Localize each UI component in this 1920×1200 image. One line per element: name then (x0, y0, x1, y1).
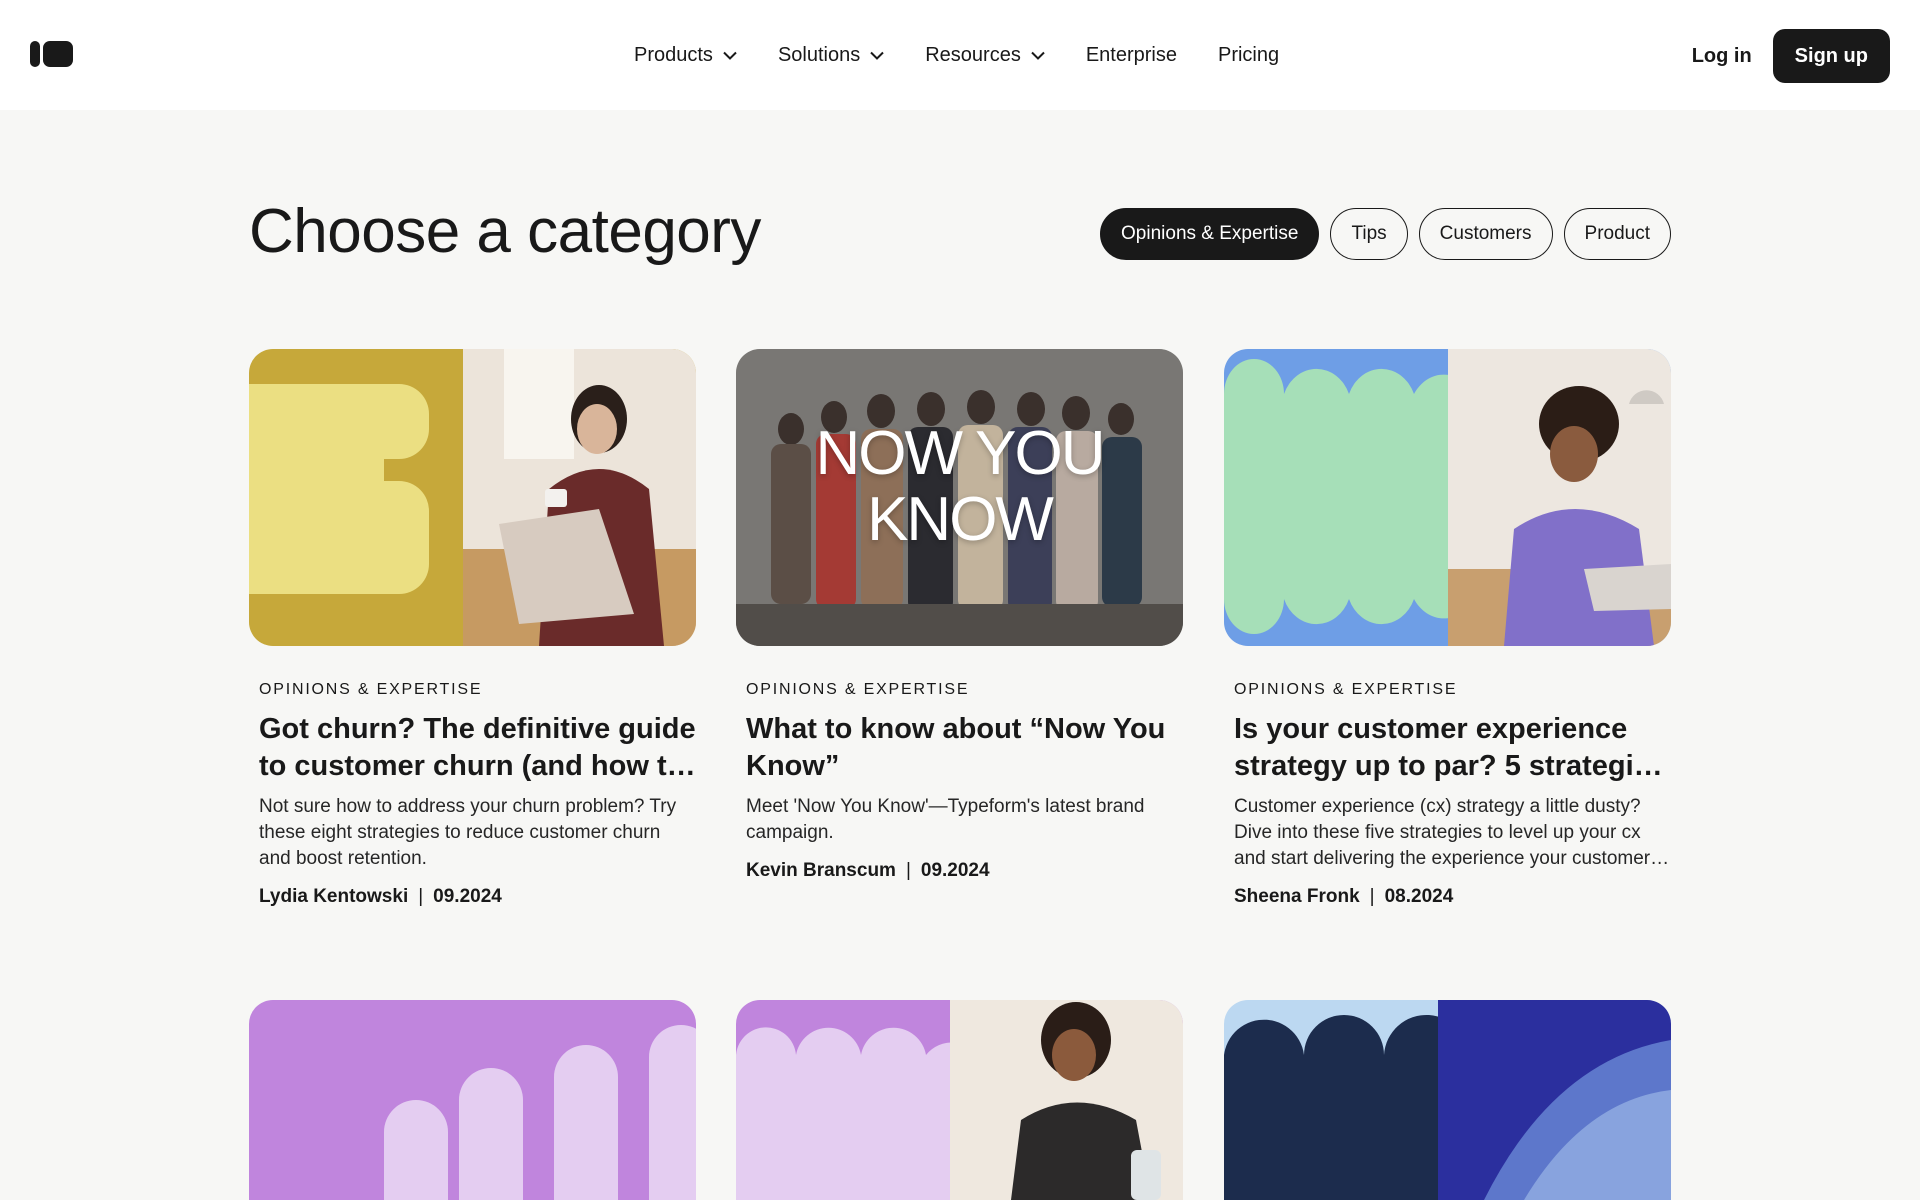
article-meta: OPINIONS & EXPERTISE Got churn? The defi… (249, 681, 696, 908)
article-card[interactable] (1224, 1000, 1671, 1200)
main-nav: Products Solutions Resources Enterprise … (634, 0, 1320, 110)
campaign-headline-line2: KNOW (867, 485, 1054, 554)
article-author: Sheena Fronk (1234, 886, 1360, 907)
article-thumbnail[interactable] (249, 349, 696, 646)
article-date: 09.2024 (433, 886, 502, 907)
top-navigation-bar: Products Solutions Resources Enterprise … (0, 0, 1920, 110)
nav-solutions-label: Solutions (777, 43, 861, 66)
byline-separator: | (1369, 886, 1375, 907)
article-card[interactable] (736, 1000, 1183, 1200)
article-thumbnail[interactable] (1224, 1000, 1671, 1200)
nav-resources[interactable]: Resources (925, 44, 1045, 67)
chip-customers[interactable]: Customers (1418, 208, 1553, 260)
article-title[interactable]: What to know about “Now You Know” (746, 711, 1183, 785)
login-link[interactable]: Log in (1692, 45, 1752, 68)
nav-enterprise-label: Enterprise (1085, 43, 1177, 66)
article-date: 09.2024 (920, 860, 990, 881)
article-description: Meet 'Now You Know'—Typeform's latest br… (746, 796, 1145, 843)
chevron-down-icon (1031, 51, 1045, 60)
article-title[interactable]: Got churn? The definitive guide to custo… (259, 711, 696, 785)
chip-opinions-expertise[interactable]: Opinions & Expertise (1100, 208, 1320, 260)
article-byline: Lydia Kentowski | 09.2024 (259, 886, 696, 908)
chevron-down-icon (723, 51, 737, 60)
nav-solutions[interactable]: Solutions (778, 44, 884, 67)
article-meta: OPINIONS & EXPERTISE Is your customer ex… (1224, 681, 1671, 908)
article-card[interactable]: OPINIONS & EXPERTISE Got churn? The defi… (249, 349, 696, 908)
signup-button[interactable]: Sign up (1772, 29, 1890, 83)
nav-products[interactable]: Products (634, 44, 737, 67)
article-author: Kevin Branscum (746, 860, 896, 881)
nav-pricing[interactable]: Pricing (1218, 44, 1279, 67)
article-card[interactable]: OPINIONS & EXPERTISE Is your customer ex… (1224, 349, 1671, 908)
article-card[interactable] (249, 1000, 696, 1200)
article-byline: Kevin Branscum | 09.2024 (746, 860, 1183, 882)
chevron-down-icon (870, 51, 884, 60)
article-author: Lydia Kentowski (259, 886, 409, 907)
typeform-logo-icon[interactable] (30, 39, 73, 69)
byline-separator: | (418, 886, 424, 907)
article-card[interactable]: NOW YOU KNOW OPINIONS & EXPERTISE What t… (736, 349, 1183, 882)
article-thumbnail[interactable]: NOW YOU KNOW (736, 349, 1183, 646)
article-title[interactable]: Is your customer experience strategy up … (1234, 711, 1671, 785)
article-date: 08.2024 (1384, 886, 1454, 907)
nav-pricing-label: Pricing (1217, 43, 1280, 66)
article-thumbnail[interactable] (736, 1000, 1183, 1200)
article-category: OPINIONS & EXPERTISE (746, 681, 970, 698)
nav-enterprise[interactable]: Enterprise (1086, 44, 1177, 67)
chip-product[interactable]: Product (1563, 208, 1671, 260)
article-thumbnail[interactable] (1224, 349, 1671, 646)
nav-products-label: Products (634, 43, 713, 66)
nav-resources-label: Resources (925, 43, 1021, 66)
byline-separator: | (905, 860, 911, 881)
article-meta: OPINIONS & EXPERTISE What to know about … (736, 681, 1183, 882)
category-filter: Opinions & Expertise Tips Customers Prod… (1100, 208, 1671, 260)
article-description: Customer experience (cx) strategy a litt… (1234, 796, 1660, 869)
campaign-headline-line1: NOW YOU (815, 419, 1106, 488)
campaign-headline: NOW YOU KNOW (736, 421, 1183, 553)
article-category: OPINIONS & EXPERTISE (1234, 681, 1458, 698)
page-title: Choose a category (249, 197, 761, 266)
article-thumbnail[interactable] (249, 1000, 696, 1200)
article-description: Not sure how to address your churn probl… (259, 796, 677, 869)
auth-actions: Log in Sign up (1692, 29, 1890, 83)
chip-tips[interactable]: Tips (1330, 208, 1408, 260)
article-byline: Sheena Fronk | 08.2024 (1234, 886, 1671, 908)
article-category: OPINIONS & EXPERTISE (259, 681, 483, 698)
